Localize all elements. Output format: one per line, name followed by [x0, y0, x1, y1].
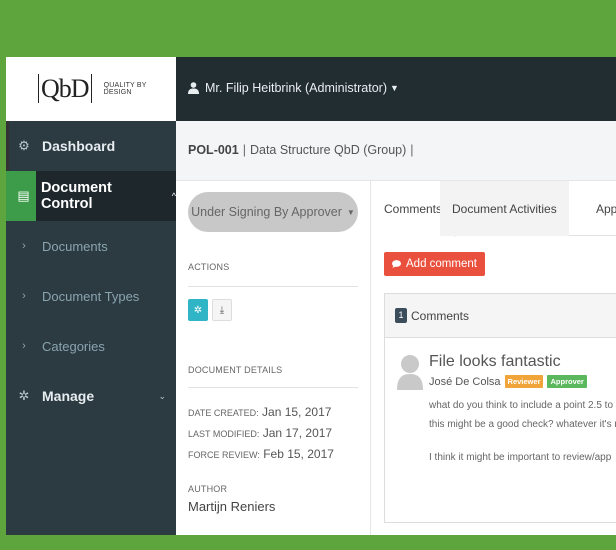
avatar [397, 355, 423, 390]
sidebar-item-label: Categories [42, 338, 105, 354]
sidebar-item-label: Document Control [40, 180, 112, 212]
activity-panel: Comments Document Activities Approve Add… [372, 181, 616, 535]
sidebar-item-manage[interactable]: ✲ Manage ⌄ [6, 371, 176, 421]
document-code: POL-001 [188, 143, 239, 157]
frame-top [0, 0, 616, 57]
chevron-down-icon: ⌄ [158, 390, 166, 401]
status-label: Under Signing By Approver [191, 205, 342, 219]
last-modified-value: Jan 17, 2017 [262, 426, 333, 440]
document-title: Data Structure QbD (Group) [249, 143, 407, 157]
gear-icon: ✲ [18, 388, 30, 403]
date-created-value: Jan 15, 2017 [262, 405, 332, 419]
tab-approvers[interactable]: Approve [584, 181, 616, 236]
user-icon [188, 82, 199, 94]
comment-text-line: what do you think to include a point 2.5… [429, 400, 614, 411]
sidebar-item-categories[interactable]: › Categories [6, 321, 176, 371]
logo-mark: QbD [38, 74, 92, 104]
comment-icon [392, 260, 401, 268]
sidebar-item-label: Document Types [42, 288, 140, 304]
frame-bottom [0, 535, 616, 550]
comment-author[interactable]: José De Colsa [429, 376, 501, 388]
author-heading: AUTHOR [188, 484, 228, 494]
author-name: Martijn Reniers [188, 499, 276, 514]
add-comment-button[interactable]: Add comment [384, 252, 485, 276]
breadcrumb-bar: POL-001 | Data Structure QbD (Group) | [176, 121, 616, 181]
tab-bar: Comments Document Activities Approve [372, 181, 616, 237]
user-name: Mr. Filip Heitbrink (Administrator) [205, 81, 387, 95]
sidebar-item-documents[interactable]: › Documents [6, 221, 176, 271]
date-created-row: DATE CREATED: Jan 15, 2017 [188, 405, 331, 419]
user-menu[interactable]: Mr. Filip Heitbrink (Administrator) ▼ [188, 81, 399, 95]
add-comment-label: Add comment [406, 258, 477, 270]
force-review-label: FORCE REVIEW: [188, 450, 260, 460]
brand-logo[interactable]: QbD QUALITY BY DESIGN [6, 57, 176, 121]
active-indicator [6, 121, 9, 171]
chevron-right-icon: › [22, 290, 26, 302]
logo-tagline: QUALITY BY DESIGN [103, 82, 147, 96]
sidebar-item-document-types[interactable]: › Document Types [6, 271, 176, 321]
document-details-heading: DOCUMENT DETAILS [188, 365, 283, 375]
comment-text-line: this might be a good check? whatever it'… [429, 419, 616, 430]
comment-count-badge: 1 [395, 308, 407, 323]
comments-header: 1 Comments [385, 294, 616, 338]
download-button[interactable]: ⤓ [212, 299, 232, 321]
top-navbar: QbD QUALITY BY DESIGN Mr. Filip Heitbrin… [6, 57, 616, 121]
divider [188, 286, 358, 287]
status-dropdown[interactable]: Under Signing By Approver ▼ [188, 192, 358, 232]
document-icon: ▤ [17, 188, 30, 203]
last-modified-label: LAST MODIFIED: [188, 429, 260, 439]
breadcrumb-separator: | [410, 143, 414, 157]
tab-document-activities[interactable]: Document Activities [440, 181, 569, 236]
dashboard-icon: ⚙ [18, 138, 30, 153]
approver-badge: Approver [547, 375, 587, 388]
main-content: POL-001 | Data Structure QbD (Group) | Unde… [176, 121, 616, 535]
comments-box: 1 Comments File looks fantastic José De … [384, 293, 616, 523]
last-modified-row: LAST MODIFIED: Jan 17, 2017 [188, 426, 332, 440]
comment-text-line: I think it might be important to review/… [429, 452, 612, 463]
comment-author-row: José De Colsa Reviewer Approver [429, 375, 587, 388]
sidebar-item-document-control[interactable]: ▤ Document Control ^ [6, 171, 176, 221]
gear-icon: ✲ [193, 304, 203, 316]
comment-title: File looks fantastic [429, 353, 561, 370]
sidebar-item-label: Documents [42, 238, 108, 254]
app-window: QbD QUALITY BY DESIGN Mr. Filip Heitbrin… [6, 57, 616, 535]
caret-down-icon: ▼ [389, 83, 399, 93]
document-info-panel: Under Signing By Approver ▼ ACTIONS ✲ ⤓ … [176, 181, 371, 535]
caret-down-icon: ▼ [346, 207, 355, 217]
chevron-right-icon: › [22, 340, 26, 352]
breadcrumb: POL-001 | Data Structure QbD (Group) | [188, 143, 418, 157]
force-review-row: FORCE REVIEW: Feb 15, 2017 [188, 447, 334, 461]
sidebar-item-dashboard[interactable]: ⚙ Dashboard [6, 121, 176, 171]
sidebar-item-label: Dashboard [42, 138, 116, 154]
force-review-value: Feb 15, 2017 [263, 447, 334, 461]
sidebar-item-label: Manage [42, 388, 95, 404]
download-icon: ⤓ [219, 304, 225, 316]
settings-button[interactable]: ✲ [188, 299, 208, 321]
sidebar: ⚙ Dashboard ▤ Document Control ^ › Docum… [6, 121, 176, 535]
date-created-label: DATE CREATED: [188, 408, 259, 418]
divider [188, 387, 358, 388]
reviewer-badge: Reviewer [504, 375, 544, 388]
breadcrumb-separator: | [242, 143, 246, 157]
comments-header-label: Comments [411, 308, 470, 323]
chevron-right-icon: › [22, 240, 26, 252]
actions-heading: ACTIONS [188, 262, 230, 272]
